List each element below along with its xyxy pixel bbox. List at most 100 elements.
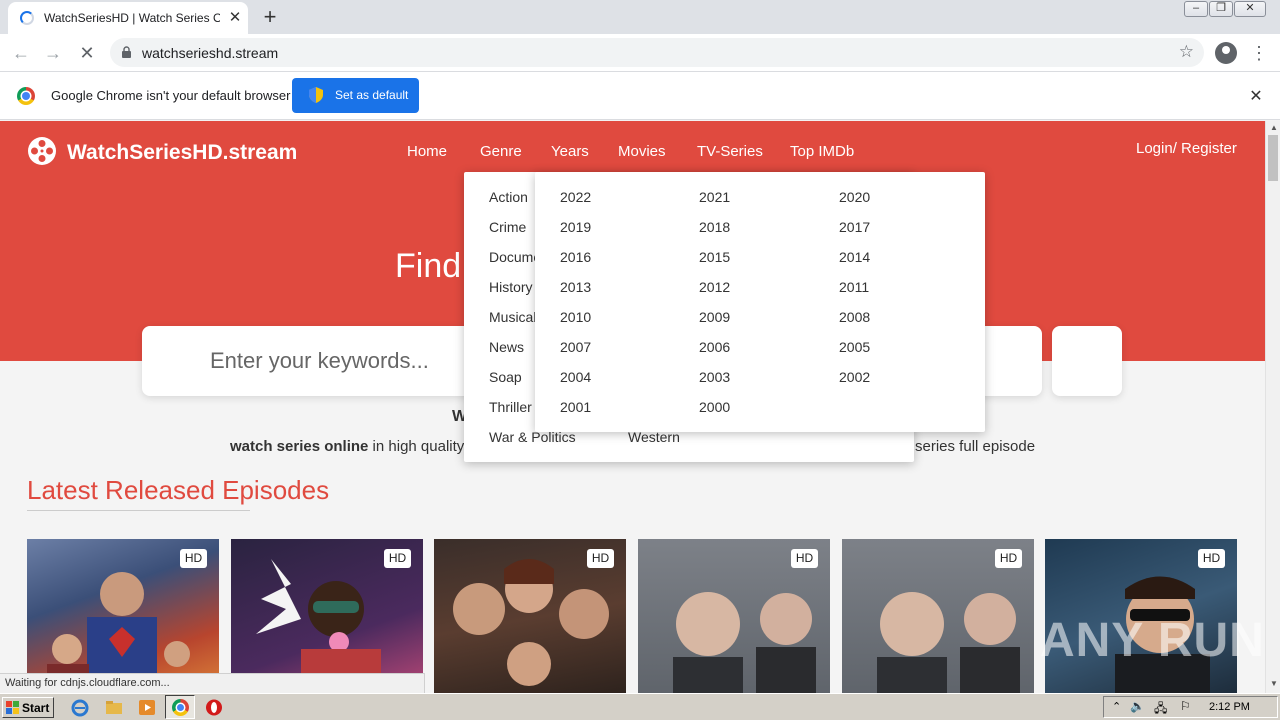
genre-soap[interactable]: Soap bbox=[489, 369, 522, 385]
year-2013[interactable]: 2013 bbox=[560, 279, 591, 295]
back-button[interactable]: ← bbox=[8, 40, 34, 66]
tagline-left: watch series online in high quality bbox=[230, 438, 464, 455]
status-bubble: Waiting for cdnjs.cloudflare.com... bbox=[0, 673, 425, 693]
episode-poster[interactable]: HD bbox=[842, 539, 1034, 693]
year-2019[interactable]: 2019 bbox=[560, 219, 591, 235]
year-2006[interactable]: 2006 bbox=[699, 339, 730, 355]
start-button[interactable]: Start bbox=[2, 697, 54, 718]
year-2008[interactable]: 2008 bbox=[839, 309, 870, 325]
login-register-link[interactable]: Login/ Register bbox=[1136, 140, 1237, 157]
year-2020[interactable]: 2020 bbox=[839, 189, 870, 205]
year-2016[interactable]: 2016 bbox=[560, 249, 591, 265]
year-2021[interactable]: 2021 bbox=[699, 189, 730, 205]
year-2018[interactable]: 2018 bbox=[699, 219, 730, 235]
latest-episodes-heading: Latest Released Episodes bbox=[27, 475, 330, 505]
anyrun-watermark: ANY RUN bbox=[1040, 614, 1265, 667]
nav-movies[interactable]: Movies bbox=[618, 143, 666, 160]
heading-underline bbox=[27, 510, 250, 511]
page-scrollbar[interactable]: ▲ ▼ bbox=[1265, 121, 1280, 693]
hd-badge: HD bbox=[1198, 549, 1225, 568]
nav-tv-series[interactable]: TV-Series bbox=[697, 143, 763, 160]
address-bar[interactable]: watchserieshd.stream ☆ bbox=[110, 38, 1204, 67]
set-as-default-button[interactable]: Set as default bbox=[292, 78, 419, 113]
genre-history[interactable]: History bbox=[489, 279, 533, 295]
window-close-button[interactable]: ✕ bbox=[1234, 1, 1266, 17]
browser-tab[interactable]: WatchSeriesHD | Watch Series Onlin ✕ bbox=[8, 2, 248, 34]
system-tray: ⌃ 🔈 🖧 ⚐ 2:12 PM bbox=[1103, 696, 1278, 718]
nav-genre[interactable]: Genre bbox=[480, 143, 522, 160]
tab-strip: WatchSeriesHD | Watch Series Onlin ✕ + –… bbox=[0, 0, 1280, 34]
tagline-right: series full episode bbox=[915, 438, 1036, 455]
year-2003[interactable]: 2003 bbox=[699, 369, 730, 385]
lock-icon bbox=[122, 46, 131, 58]
kebab-menu-icon[interactable]: ⋮ bbox=[1250, 41, 1268, 65]
genre-action[interactable]: Action bbox=[489, 189, 528, 205]
loading-spinner-icon bbox=[20, 11, 34, 25]
tagline-bold: watch series online bbox=[230, 438, 369, 455]
year-2022[interactable]: 2022 bbox=[560, 189, 591, 205]
minimize-button[interactable]: – bbox=[1184, 1, 1208, 17]
episode-poster[interactable]: HD bbox=[638, 539, 830, 693]
search-button[interactable] bbox=[1052, 326, 1122, 396]
scroll-up-arrow-icon[interactable]: ▲ bbox=[1270, 123, 1278, 132]
nav-top-imdb[interactable]: Top IMDb bbox=[790, 143, 854, 160]
start-label: Start bbox=[22, 701, 50, 715]
infobar-close-icon[interactable]: ✕ bbox=[1247, 86, 1265, 106]
hd-badge: HD bbox=[384, 549, 411, 568]
restore-button[interactable]: ❐ bbox=[1209, 1, 1233, 17]
internet-explorer-icon[interactable] bbox=[70, 698, 90, 717]
volume-icon[interactable]: 🔈 bbox=[1130, 699, 1145, 713]
nav-years[interactable]: Years bbox=[551, 143, 589, 160]
episode-poster[interactable]: HD bbox=[27, 539, 219, 693]
scroll-down-arrow-icon[interactable]: ▼ bbox=[1270, 679, 1278, 688]
film-reel-icon[interactable] bbox=[27, 136, 57, 166]
set-as-default-label: Set as default bbox=[335, 88, 409, 102]
profile-icon[interactable] bbox=[1215, 42, 1237, 64]
scroll-thumb[interactable] bbox=[1268, 135, 1278, 181]
chrome-logo-icon bbox=[17, 87, 35, 105]
year-2007[interactable]: 2007 bbox=[560, 339, 591, 355]
tray-expand-icon[interactable]: ⌃ bbox=[1112, 700, 1121, 713]
chrome-taskbar-icon bbox=[172, 699, 189, 716]
hd-badge: HD bbox=[995, 549, 1022, 568]
taskbar-clock[interactable]: 2:12 PM bbox=[1209, 701, 1250, 713]
url-text: watchserieshd.stream bbox=[142, 45, 279, 61]
tab-close-icon[interactable]: ✕ bbox=[226, 8, 244, 28]
year-2004[interactable]: 2004 bbox=[560, 369, 591, 385]
genre-news[interactable]: News bbox=[489, 339, 524, 355]
nav-home[interactable]: Home bbox=[407, 143, 447, 160]
year-2014[interactable]: 2014 bbox=[839, 249, 870, 265]
tab-title: WatchSeriesHD | Watch Series Onlin bbox=[44, 11, 220, 25]
year-2002[interactable]: 2002 bbox=[839, 369, 870, 385]
windows-logo-icon bbox=[6, 701, 19, 714]
hd-badge: HD bbox=[587, 549, 614, 568]
genre-musical[interactable]: Musical bbox=[489, 309, 536, 325]
stop-button[interactable]: ✕ bbox=[74, 40, 100, 66]
year-2011[interactable]: 2011 bbox=[839, 279, 869, 295]
genre-crime[interactable]: Crime bbox=[489, 219, 526, 235]
action-center-flag-icon[interactable]: ⚐ bbox=[1180, 699, 1191, 713]
years-dropdown: 2022 2019 2016 2013 2010 2007 2004 2001 … bbox=[535, 172, 985, 432]
forward-button[interactable]: → bbox=[40, 40, 66, 66]
year-2000[interactable]: 2000 bbox=[699, 399, 730, 415]
year-2001[interactable]: 2001 bbox=[560, 399, 591, 415]
site-logo-text[interactable]: WatchSeriesHD.stream bbox=[67, 141, 297, 165]
episode-poster[interactable]: HD bbox=[231, 539, 423, 693]
year-2017[interactable]: 2017 bbox=[839, 219, 870, 235]
bookmark-star-icon[interactable]: ☆ bbox=[1179, 42, 1194, 62]
network-icon[interactable]: 🖧 bbox=[1154, 699, 1167, 720]
windows-taskbar: Start ⌃ 🔈 🖧 ⚐ 2:12 PM bbox=[0, 693, 1280, 720]
year-2015[interactable]: 2015 bbox=[699, 249, 730, 265]
new-tab-button[interactable]: + bbox=[258, 4, 282, 30]
file-explorer-icon[interactable] bbox=[104, 698, 124, 717]
chrome-taskbar-button[interactable] bbox=[165, 695, 195, 719]
year-2012[interactable]: 2012 bbox=[699, 279, 730, 295]
opera-icon[interactable] bbox=[204, 698, 224, 717]
episode-poster[interactable]: HD bbox=[434, 539, 626, 693]
year-2005[interactable]: 2005 bbox=[839, 339, 870, 355]
genre-thriller[interactable]: Thriller bbox=[489, 399, 532, 415]
infobar-message: Google Chrome isn't your default browser bbox=[51, 88, 291, 103]
year-2009[interactable]: 2009 bbox=[699, 309, 730, 325]
year-2010[interactable]: 2010 bbox=[560, 309, 591, 325]
media-player-icon[interactable] bbox=[137, 698, 157, 717]
